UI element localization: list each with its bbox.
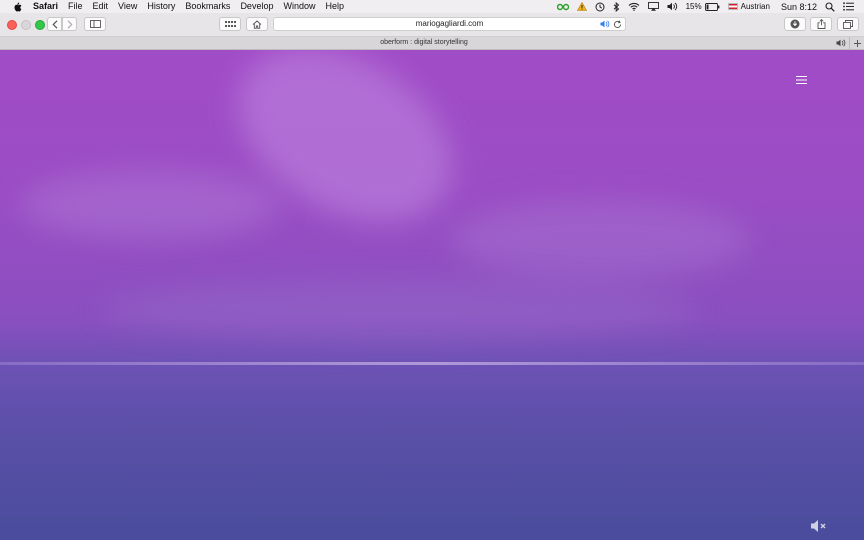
download-icon — [790, 19, 800, 29]
new-tab-button[interactable] — [849, 37, 864, 49]
show-all-tabs-button[interactable] — [837, 17, 859, 31]
link-status-icon[interactable] — [556, 3, 569, 11]
sidebar-icon — [89, 20, 101, 28]
address-bar[interactable]: mariogagliardi.com — [273, 17, 626, 31]
tab-audio-icon[interactable] — [600, 20, 610, 32]
speaker-muted-icon — [811, 520, 826, 532]
share-icon — [817, 19, 825, 29]
share-button[interactable] — [810, 17, 832, 31]
tab-bar: oberform : digital storytelling — [0, 37, 864, 50]
warning-icon[interactable] — [576, 2, 587, 11]
menubar-clock[interactable]: Sun 8:12 — [781, 2, 817, 12]
input-source-label: Austrian — [740, 2, 770, 11]
battery-icon[interactable] — [704, 2, 720, 11]
browser-toolbar: mariogagliardi.com — [0, 13, 864, 37]
grid-icon — [224, 20, 236, 27]
web-page-content — [0, 50, 864, 540]
bluetooth-icon[interactable] — [613, 1, 620, 12]
hamburger-menu-button[interactable] — [796, 72, 808, 84]
input-source-menu[interactable]: Austrian — [727, 2, 770, 11]
active-tab[interactable]: oberform : digital storytelling — [0, 37, 848, 49]
menubar: Safari File Edit View History Bookmarks … — [0, 0, 864, 13]
menu-file[interactable]: File — [68, 0, 83, 13]
home-icon — [252, 19, 262, 29]
menu-bookmarks[interactable]: Bookmarks — [185, 0, 230, 13]
menu-view[interactable]: View — [118, 0, 137, 13]
hamburger-menu-icon — [796, 76, 807, 84]
spotlight-search-icon[interactable] — [825, 1, 835, 12]
chevron-left-icon — [51, 19, 57, 29]
downloads-button[interactable] — [784, 17, 806, 31]
tab-title: oberform : digital storytelling — [380, 39, 468, 46]
window-controls — [7, 20, 49, 30]
back-button[interactable] — [47, 17, 62, 31]
top-sites-button[interactable] — [219, 17, 241, 31]
wifi-icon[interactable] — [628, 2, 640, 11]
minimize-window-button[interactable] — [21, 20, 31, 30]
volume-icon[interactable] — [667, 2, 678, 11]
app-menu[interactable]: Safari — [33, 0, 58, 13]
forward-button[interactable] — [62, 17, 77, 31]
austria-flag-icon — [727, 3, 738, 10]
menu-window[interactable]: Window — [283, 0, 315, 13]
mute-toggle-button[interactable] — [810, 519, 828, 533]
sky-cloud — [20, 170, 280, 240]
notification-center-icon[interactable] — [843, 2, 854, 11]
close-window-button[interactable] — [7, 20, 17, 30]
menu-help[interactable]: Help — [325, 0, 344, 13]
battery-percent[interactable]: 15% — [686, 2, 702, 11]
chevron-right-icon — [67, 19, 73, 29]
menu-edit[interactable]: Edit — [93, 0, 109, 13]
time-machine-icon[interactable] — [595, 2, 605, 12]
tabs-overview-icon — [843, 19, 853, 29]
home-button[interactable] — [246, 17, 268, 31]
plus-icon — [854, 39, 861, 47]
tab-mute-icon[interactable] — [836, 39, 846, 49]
zoom-window-button[interactable] — [35, 20, 45, 30]
sky-cloud — [100, 280, 700, 340]
url-text: mariogagliardi.com — [415, 19, 484, 28]
menu-develop[interactable]: Develop — [240, 0, 273, 13]
horizon-line — [0, 362, 864, 365]
sidebar-toggle-button[interactable] — [84, 17, 106, 31]
menu-history[interactable]: History — [147, 0, 175, 13]
reload-icon[interactable] — [613, 20, 622, 33]
apple-logo-icon[interactable] — [11, 2, 23, 12]
airplay-icon[interactable] — [647, 2, 659, 11]
sky-cloud — [450, 200, 750, 280]
